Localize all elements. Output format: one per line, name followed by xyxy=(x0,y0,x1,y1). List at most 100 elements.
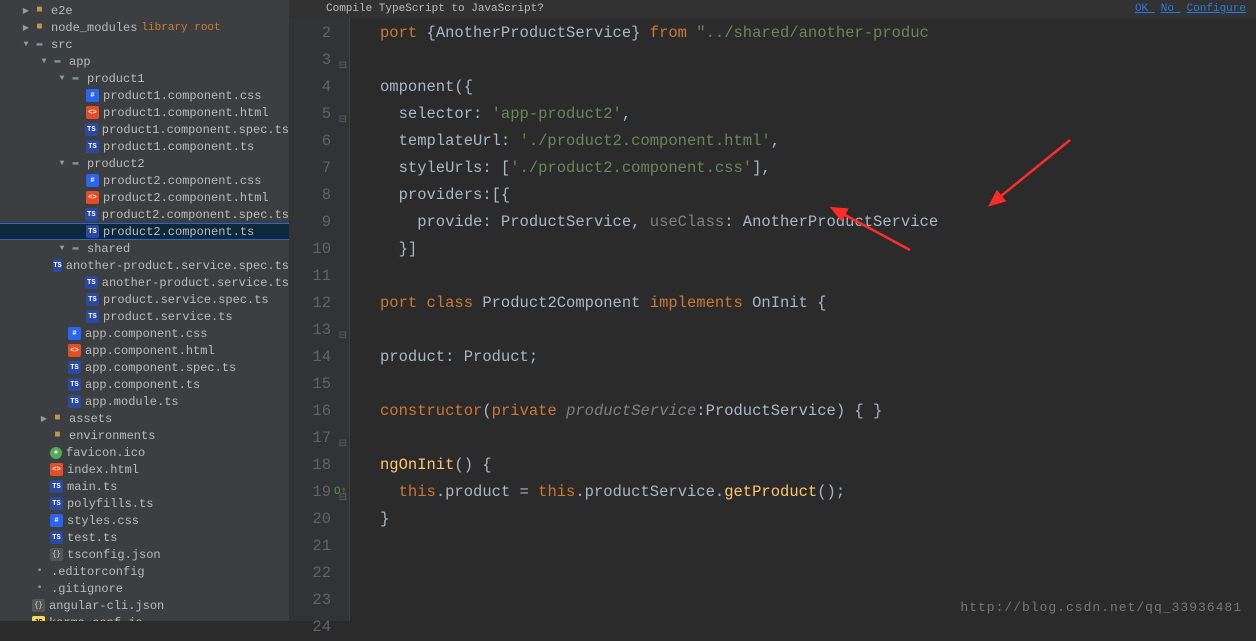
code-line[interactable] xyxy=(380,263,1256,290)
notif-ok-link[interactable]: OK xyxy=(1135,3,1148,15)
tree-item-polyfills-ts[interactable]: TSpolyfills.ts xyxy=(0,495,289,512)
tree-item-test-ts[interactable]: TStest.ts xyxy=(0,529,289,546)
tree-arrow-icon[interactable]: ▼ xyxy=(56,159,68,168)
code-line[interactable]: port {AnotherProductService} from "../sh… xyxy=(380,20,1256,47)
tree-item-product1-component-css[interactable]: #product1.component.css xyxy=(0,87,289,104)
fold-icon[interactable]: ⊟ xyxy=(339,53,347,80)
tree-item-product-service-ts[interactable]: TSproduct.service.ts xyxy=(0,308,289,325)
tree-item-favicon-ico[interactable]: ●favicon.ico xyxy=(0,444,289,461)
tree-item-assets[interactable]: ▶■assets xyxy=(0,410,289,427)
tree-item-main-ts[interactable]: TSmain.ts xyxy=(0,478,289,495)
tree-arrow-icon[interactable]: ▶ xyxy=(20,6,32,16)
tree-item-environments[interactable]: ■environments xyxy=(0,427,289,444)
tree-item-node-modules[interactable]: ▶■node_moduleslibrary root xyxy=(0,19,289,36)
tree-item-index-html[interactable]: <>index.html xyxy=(0,461,289,478)
tree-arrow-icon[interactable]: ▼ xyxy=(56,244,68,253)
ts-icon: TS xyxy=(53,259,61,272)
tree-arrow-icon[interactable]: ▶ xyxy=(38,414,50,424)
tree-item-product2-component-ts[interactable]: TSproduct2.component.ts xyxy=(0,223,289,240)
tree-item-another-product-service-ts[interactable]: TSanother-product.service.ts xyxy=(0,274,289,291)
tree-item-label: product2 xyxy=(87,157,145,171)
tree-item-tsconfig-json[interactable]: {}tsconfig.json xyxy=(0,546,289,563)
line-number: 5 xyxy=(290,101,331,128)
code-line[interactable]: product: Product; xyxy=(380,344,1256,371)
fold-icon[interactable]: ⊟ xyxy=(339,107,347,134)
code-line[interactable] xyxy=(380,560,1256,587)
tree-item-label: node_modules xyxy=(51,21,137,35)
tree-arrow-icon[interactable]: ▼ xyxy=(56,74,68,83)
code-line[interactable] xyxy=(380,425,1256,452)
code-line[interactable]: provide: ProductService, useClass: Anoth… xyxy=(380,209,1256,236)
tree-item-label: .editorconfig xyxy=(51,565,145,579)
tree-item-product1-component-spec-ts[interactable]: TSproduct1.component.spec.ts xyxy=(0,121,289,138)
tree-item-app-module-ts[interactable]: TSapp.module.ts xyxy=(0,393,289,410)
code-line[interactable] xyxy=(380,371,1256,398)
code-line[interactable]: templateUrl: './product2.component.html'… xyxy=(380,128,1256,155)
tree-item-label: app.component.html xyxy=(85,344,215,358)
code-line[interactable]: omponent({ xyxy=(380,74,1256,101)
tree-item-src[interactable]: ▼▬src xyxy=(0,36,289,53)
code-line[interactable]: constructor(private productService:Produ… xyxy=(380,398,1256,425)
code-line[interactable]: } xyxy=(380,506,1256,533)
fold-icon[interactable]: ⊟ xyxy=(339,431,347,458)
fold-icon[interactable]: ⊟ xyxy=(339,485,347,512)
tree-item-product1-component-ts[interactable]: TSproduct1.component.ts xyxy=(0,138,289,155)
folder-icon: ■ xyxy=(32,3,47,18)
tree-item-e2e[interactable]: ▶■e2e xyxy=(0,2,289,19)
tree-item-karma-conf-js[interactable]: JSkarma.conf.js xyxy=(0,614,289,621)
ts-icon: TS xyxy=(86,225,99,238)
tree-item-product2[interactable]: ▼▬product2 xyxy=(0,155,289,172)
code-line[interactable]: ngOnInit() { xyxy=(380,452,1256,479)
tree-item-angular-cli-json[interactable]: {}angular-cli.json xyxy=(0,597,289,614)
notif-configure-link[interactable]: Configure xyxy=(1187,3,1246,15)
library-root-annotation: library root xyxy=(141,22,220,34)
line-number: 10 xyxy=(290,236,331,263)
ts-icon: TS xyxy=(86,293,99,306)
tree-item-shared[interactable]: ▼▬shared xyxy=(0,240,289,257)
tree-item-another-product-service-spec-ts[interactable]: TSanother-product.service.spec.ts xyxy=(0,257,289,274)
tree-item-label: product1.component.html xyxy=(103,106,269,120)
code-line[interactable]: this.product = this.productService.getPr… xyxy=(380,479,1256,506)
tree-item-styles-css[interactable]: #styles.css xyxy=(0,512,289,529)
tree-item-product2-component-spec-ts[interactable]: TSproduct2.component.spec.ts xyxy=(0,206,289,223)
tree-item-app[interactable]: ▼▬app xyxy=(0,53,289,70)
tree-arrow-icon[interactable]: ▶ xyxy=(20,23,32,33)
tree-item-app-component-spec-ts[interactable]: TSapp.component.spec.ts xyxy=(0,359,289,376)
project-tree[interactable]: ▶■e2e▶■node_moduleslibrary root▼▬src▼▬ap… xyxy=(0,0,290,621)
tree-item-product2-component-html[interactable]: <>product2.component.html xyxy=(0,189,289,206)
tree-item-product1-component-html[interactable]: <>product1.component.html xyxy=(0,104,289,121)
tree-item-label: app xyxy=(69,55,91,69)
code-line[interactable] xyxy=(380,533,1256,560)
code-line[interactable]: styleUrls: ['./product2.component.css'], xyxy=(380,155,1256,182)
tree-item-product2-component-css[interactable]: #product2.component.css xyxy=(0,172,289,189)
folder-icon: ■ xyxy=(50,428,65,443)
editor[interactable]: 23456789101112131415161718192021222324O↑… xyxy=(290,0,1256,621)
code-line[interactable]: }] xyxy=(380,236,1256,263)
tree-item-app-component-css[interactable]: #app.component.css xyxy=(0,325,289,342)
code-line[interactable]: providers:[{ xyxy=(380,182,1256,209)
tree-item--editorconfig[interactable]: ▪.editorconfig xyxy=(0,563,289,580)
tree-item-product-service-spec-ts[interactable]: TSproduct.service.spec.ts xyxy=(0,291,289,308)
notification-bar: Compile TypeScript to JavaScript? OK No … xyxy=(290,0,1256,18)
code-line[interactable]: port class Product2Component implements … xyxy=(380,290,1256,317)
ts-icon: TS xyxy=(85,208,98,221)
fold-icon[interactable]: ⊟ xyxy=(339,323,347,350)
tree-item-product1[interactable]: ▼▬product1 xyxy=(0,70,289,87)
notif-no-link[interactable]: No xyxy=(1161,3,1174,15)
tree-item-label: favicon.ico xyxy=(66,446,145,460)
tree-arrow-icon[interactable]: ▼ xyxy=(20,40,32,49)
code-line[interactable]: selector: 'app-product2', xyxy=(380,101,1256,128)
tree-item-label: app.component.ts xyxy=(85,378,200,392)
tree-item--gitignore[interactable]: ▪.gitignore xyxy=(0,580,289,597)
tree-item-label: src xyxy=(51,38,73,52)
folder-open-icon: ▬ xyxy=(68,241,83,256)
ts-icon: TS xyxy=(50,531,63,544)
tree-item-app-component-ts[interactable]: TSapp.component.ts xyxy=(0,376,289,393)
tree-arrow-icon[interactable]: ▼ xyxy=(38,57,50,66)
code-line[interactable] xyxy=(380,317,1256,344)
code-content[interactable]: port {AnotherProductService} from "../sh… xyxy=(350,18,1256,621)
tree-item-label: .gitignore xyxy=(51,582,123,596)
tree-item-app-component-html[interactable]: <>app.component.html xyxy=(0,342,289,359)
tree-item-label: index.html xyxy=(67,463,139,477)
code-line[interactable] xyxy=(380,47,1256,74)
